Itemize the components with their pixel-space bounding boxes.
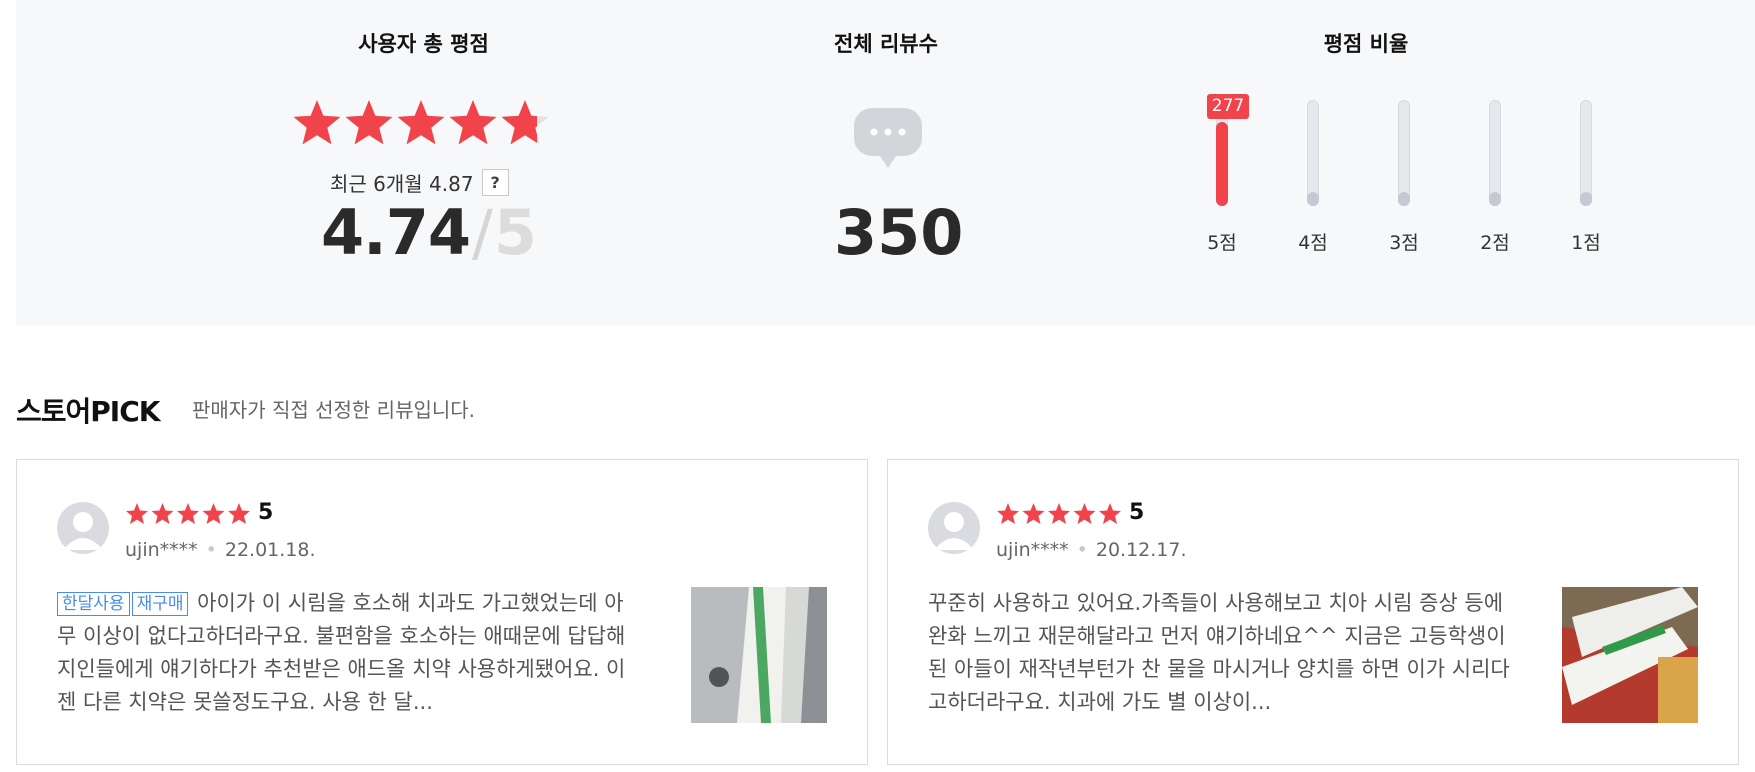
review-body: 꾸준히 사용하고 있어요.가족들이 사용해보고 치아 시림 증상 등에 완화 느…: [928, 591, 1510, 714]
review-card[interactable]: 5 ujin**** • 20.12.17. 꾸준히 사용하고 있어요.가족들이 사…: [887, 459, 1739, 765]
average-score: 4.74/5: [321, 196, 537, 269]
bar-label: 3점: [1389, 232, 1419, 254]
star-icon: [126, 503, 250, 524]
review-stars: [126, 503, 250, 524]
bar-track: [1489, 100, 1501, 206]
review-date: 22.01.18.: [224, 539, 316, 561]
review-meta: ujin**** • 22.01.18.: [125, 539, 316, 561]
review-meta: ujin**** • 20.12.17.: [996, 539, 1187, 561]
store-pick-description: 판매자가 직접 선정한 리뷰입니다.: [192, 398, 476, 422]
bar-label: 2점: [1480, 232, 1510, 254]
bar-track: [1580, 100, 1592, 206]
reviewer-id: ujin****: [996, 539, 1069, 561]
tag-badge: 한달사용: [57, 592, 130, 616]
rating-summary: 사용자 총 평점 최근 6개월 4.87 ? 4.74/5 전체 리뷰수 350…: [16, 0, 1755, 325]
bar-fill: [1398, 192, 1410, 206]
review-count: 350: [834, 196, 964, 269]
review-stars: [997, 503, 1121, 524]
review-card[interactable]: 5 ujin**** • 22.01.18. 한달사용 재구매 아이가 이 시림을 호…: [16, 459, 868, 765]
review-photo[interactable]: [1562, 587, 1698, 723]
total-reviews-title: 전체 리뷰수: [834, 32, 938, 56]
user-icon: [63, 512, 103, 550]
review-text: 한달사용 재구매 아이가 이 시림을 호소해 치과도 가고했었는데 아무 이상이 …: [57, 587, 642, 719]
total-rating-title: 사용자 총 평점: [358, 32, 489, 56]
score-max: 5: [493, 196, 537, 269]
recent-rating-label: 최근 6개월 4.87: [330, 172, 474, 196]
reviewer-id: ujin****: [125, 539, 198, 561]
review-score: 5: [258, 500, 274, 525]
meta-separator: •: [1076, 539, 1088, 561]
bar-fill: [1216, 122, 1228, 206]
star-icon: [997, 503, 1121, 524]
count-badge: 277: [1207, 94, 1249, 119]
bar-label: 5점: [1207, 232, 1237, 254]
bar-track: [1398, 100, 1410, 206]
avatar: [928, 502, 980, 554]
rating-ratio-title: 평점 비율: [1323, 32, 1409, 56]
user-icon: [934, 512, 974, 550]
tag-badge: 재구매: [131, 592, 189, 616]
store-pick-title: 스토어PICK: [16, 395, 160, 428]
bar-label: 1점: [1571, 232, 1601, 254]
bar-fill: [1307, 192, 1319, 206]
average-score-value: 4.74: [321, 196, 471, 269]
meta-separator: •: [205, 539, 217, 561]
rating-stars: [293, 100, 549, 145]
avatar: [57, 502, 109, 554]
bar-fill: [1580, 192, 1592, 206]
star-icon: [293, 100, 497, 145]
help-button[interactable]: ?: [481, 169, 509, 196]
review-photo[interactable]: [691, 587, 827, 723]
review-date: 20.12.17.: [1095, 539, 1187, 561]
bar-fill: [1489, 192, 1501, 206]
bar-label: 4점: [1298, 232, 1328, 254]
speech-bubble-icon: [854, 108, 922, 168]
bar-track: [1307, 100, 1319, 206]
review-score: 5: [1129, 500, 1145, 525]
review-text: 꾸준히 사용하고 있어요.가족들이 사용해보고 치아 시림 증상 등에 완화 느…: [928, 587, 1513, 719]
score-divider: /: [471, 196, 493, 269]
recent-rating: 최근 6개월 4.87 ?: [330, 168, 509, 197]
